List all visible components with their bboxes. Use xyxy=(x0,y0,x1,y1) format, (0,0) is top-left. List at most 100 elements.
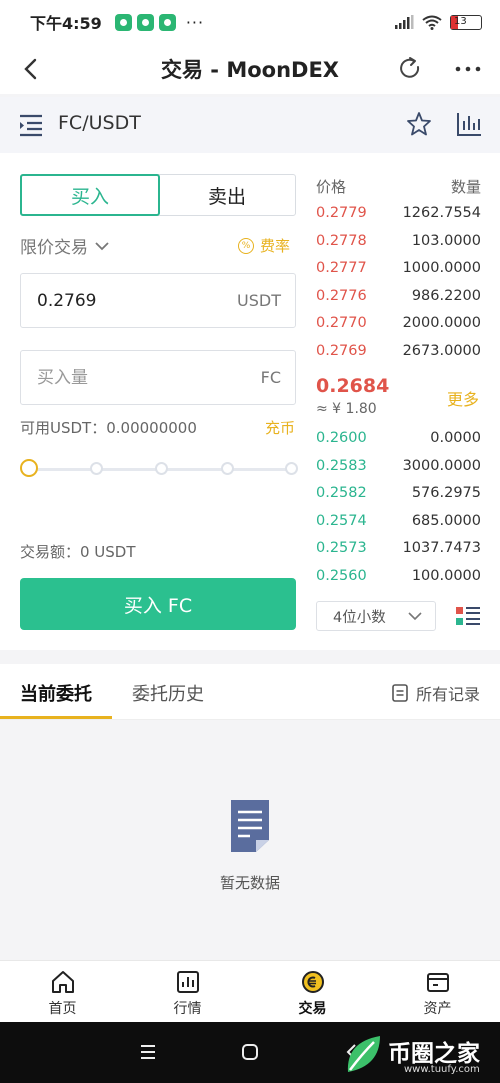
watermark-text: 币圈之家 xyxy=(388,1041,480,1067)
ask-price: 0.2770 xyxy=(316,315,367,331)
percent-icon: % xyxy=(238,237,254,254)
order-type-label: 限价交易 xyxy=(20,238,88,258)
bid-row[interactable]: 0.2574 685.0000 xyxy=(316,513,481,529)
ask-row[interactable]: 0.2778 103.0000 xyxy=(316,233,481,249)
decimals-label: 4位小数 xyxy=(333,609,386,626)
kline-chart-icon[interactable] xyxy=(455,110,483,138)
app-header: 交易 - MoonDEX xyxy=(0,44,500,94)
deposit-link[interactable]: 充币 xyxy=(265,417,295,438)
bid-qty: 685.0000 xyxy=(411,512,481,529)
signal-icon xyxy=(395,15,414,29)
market-chart-icon xyxy=(176,971,199,993)
available-balance: 可用USDT：0.00000000 xyxy=(20,419,197,437)
slider-step-75[interactable] xyxy=(221,462,234,475)
orderbook-price-header: 价格 xyxy=(316,178,347,196)
ask-row[interactable]: 0.2770 2000.0000 xyxy=(316,315,481,331)
tab-buy[interactable]: 买入 xyxy=(20,174,160,216)
ask-price: 0.2778 xyxy=(316,232,367,249)
bid-qty: 576.2975 xyxy=(411,485,481,501)
tab-sell[interactable]: 卖出 xyxy=(159,175,295,215)
status-time: 下午4:59 xyxy=(30,14,102,33)
status-bar: 下午4:59 ··· 13 xyxy=(0,0,500,44)
bid-qty: 100.0000 xyxy=(411,567,481,584)
ask-price: 0.2776 xyxy=(316,287,367,304)
last-price: 0.2684 xyxy=(316,375,390,397)
tabbar-market[interactable]: 行情 xyxy=(125,961,250,1022)
ask-row[interactable]: 0.2779 1262.7554 xyxy=(316,205,481,221)
fee-rate-link[interactable]: % 费率 xyxy=(238,235,290,256)
tabbar-assets[interactable]: 资产 xyxy=(375,961,500,1022)
pair-menu-icon[interactable] xyxy=(18,112,44,138)
bid-row[interactable]: 0.2573 1037.7473 xyxy=(316,540,481,556)
orderbook-qty-header: 数量 xyxy=(450,178,481,196)
watermark: 币圈之家 www.tuufy.com xyxy=(338,1030,498,1080)
empty-document-icon xyxy=(231,800,269,852)
back-arrow-icon[interactable] xyxy=(18,55,46,83)
slider-handle[interactable] xyxy=(20,459,38,477)
bid-row[interactable]: 0.2600 0.0000 xyxy=(316,430,481,446)
ask-qty: 1262.7554 xyxy=(402,205,481,221)
chevron-down-icon xyxy=(95,241,109,250)
orderbook-header: 价格 数量 xyxy=(316,176,481,197)
amount-field[interactable]: FC xyxy=(20,350,296,405)
amount-input[interactable] xyxy=(37,367,261,388)
ask-row[interactable]: 0.2776 986.2200 xyxy=(316,288,481,304)
ask-row[interactable]: 0.2769 2673.0000 xyxy=(316,343,481,359)
bid-price: 0.2574 xyxy=(316,512,367,529)
ask-qty: 1000.0000 xyxy=(402,260,481,276)
refresh-icon[interactable] xyxy=(396,55,424,83)
favorite-star-icon[interactable] xyxy=(405,110,433,138)
ask-row[interactable]: 0.2777 1000.0000 xyxy=(316,260,481,276)
trade-total: 交易额：0 USDT xyxy=(20,543,136,561)
chevron-down-icon xyxy=(408,612,422,621)
ask-qty: 103.0000 xyxy=(411,232,481,249)
tabbar-home[interactable]: 首页 xyxy=(0,961,125,1022)
slider-step-25[interactable] xyxy=(90,462,103,475)
home-icon xyxy=(51,971,74,993)
slider-step-100[interactable] xyxy=(285,462,298,475)
recent-apps-icon[interactable] xyxy=(138,1042,158,1062)
app-notification-icon xyxy=(136,13,154,31)
active-tab-indicator xyxy=(0,716,112,719)
price-input[interactable] xyxy=(37,290,238,311)
buy-sell-tabs: 买入 卖出 xyxy=(20,174,296,216)
watermark-url: www.tuufy.com xyxy=(404,1064,480,1075)
ask-price: 0.2769 xyxy=(316,342,367,359)
trade-coin-icon xyxy=(301,971,324,993)
app-notification-icon xyxy=(114,13,132,31)
tabbar-home-label: 首页 xyxy=(48,1001,77,1017)
bid-qty: 3000.0000 xyxy=(402,457,481,474)
records-icon xyxy=(392,684,408,702)
bid-row[interactable]: 0.2583 3000.0000 xyxy=(316,458,481,474)
orderbook-more-link[interactable]: 更多 xyxy=(447,386,479,410)
buy-button[interactable]: 买入 FC xyxy=(20,578,296,630)
bid-qty: 1037.7473 xyxy=(402,540,481,556)
ask-qty: 2673.0000 xyxy=(402,342,481,359)
slider-step-50[interactable] xyxy=(155,462,168,475)
watermark-leaf-logo xyxy=(347,1036,380,1072)
empty-text: 暂无数据 xyxy=(219,874,280,892)
pair-name[interactable]: FC/USDT xyxy=(58,112,141,134)
all-records-label: 所有记录 xyxy=(416,685,481,704)
bid-row[interactable]: 0.2582 576.2975 xyxy=(316,485,481,501)
tabbar-trade[interactable]: 交易 xyxy=(250,961,375,1022)
trade-panel: 买入 卖出 限价交易 % 费率 USDT FC 可用USDT：0.0000000… xyxy=(0,153,500,650)
battery-level: 13 xyxy=(454,15,467,27)
bottom-tab-bar: 首页 行情 交易 资产 xyxy=(0,960,500,1022)
bid-row[interactable]: 0.2560 100.0000 xyxy=(316,568,481,584)
wechat-notification-icon xyxy=(158,13,176,31)
home-button-icon[interactable] xyxy=(240,1042,260,1062)
bid-qty: 0.0000 xyxy=(430,430,481,446)
decimals-select[interactable]: 4位小数 xyxy=(316,601,436,631)
price-field[interactable]: USDT xyxy=(20,273,296,328)
all-records-link[interactable]: 所有记录 xyxy=(392,681,480,705)
ask-price: 0.2777 xyxy=(316,260,367,276)
bid-price: 0.2600 xyxy=(316,430,367,446)
bid-price: 0.2582 xyxy=(316,485,367,501)
order-type-select[interactable]: 限价交易 xyxy=(20,233,110,258)
amount-slider[interactable] xyxy=(20,457,298,481)
tab-order-history[interactable]: 委托历史 xyxy=(132,680,204,706)
orderbook-layout-icon[interactable] xyxy=(455,605,481,627)
more-options-icon[interactable] xyxy=(452,55,484,83)
tab-current-orders[interactable]: 当前委托 xyxy=(20,680,92,706)
